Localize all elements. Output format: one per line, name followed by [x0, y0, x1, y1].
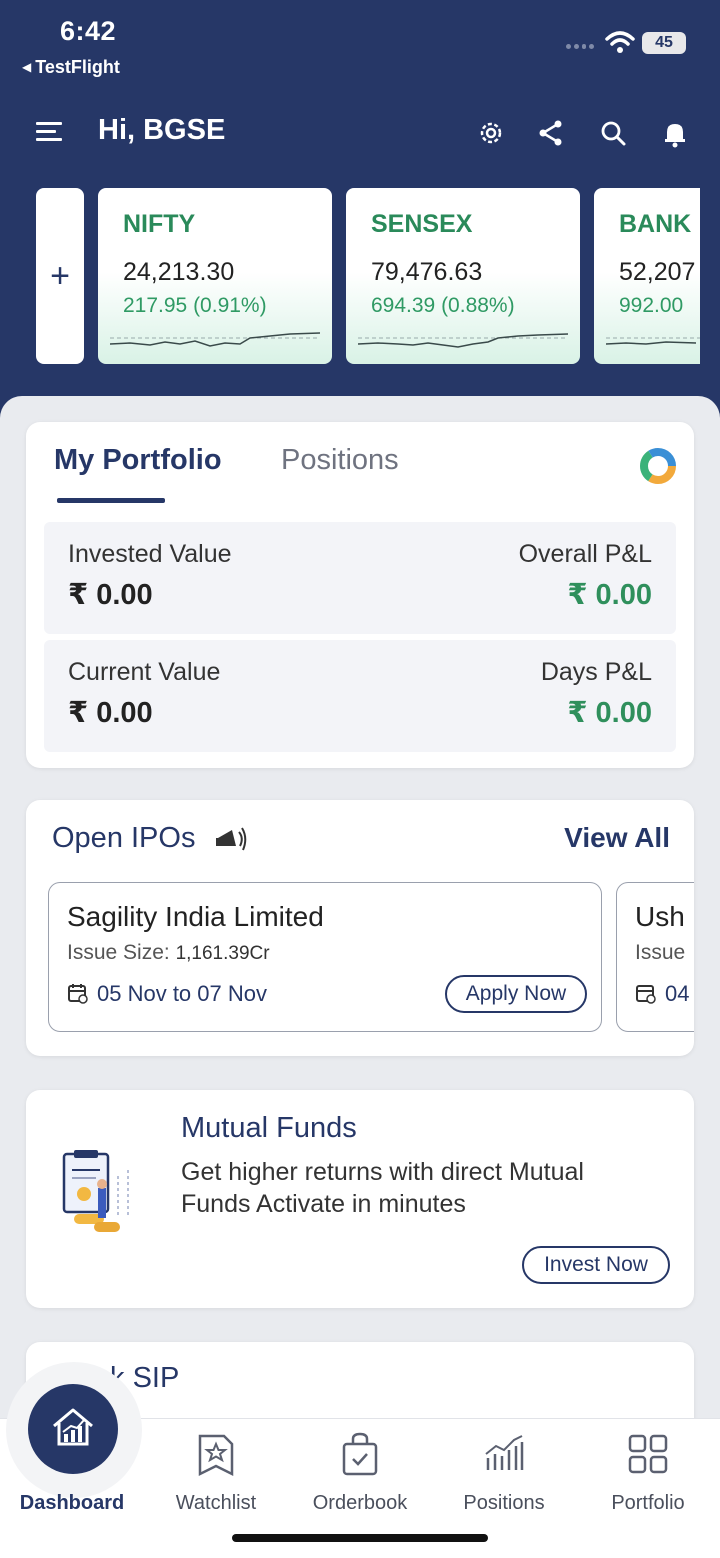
menu-icon[interactable]: [36, 122, 62, 142]
apply-now-button[interactable]: Apply Now: [445, 975, 587, 1013]
ticker-change: 992.00: [619, 294, 684, 317]
ipo-issue-size: Issue: [635, 941, 686, 964]
tab-positions[interactable]: Positions: [281, 444, 399, 477]
open-ipos-title: Open IPOs: [52, 822, 196, 854]
ipo-name: Sagility India Limited: [67, 901, 324, 932]
wifi-icon: [605, 31, 635, 53]
ticker-value: 24,213.30: [123, 258, 235, 286]
nav-watchlist[interactable]: Watchlist: [144, 1418, 288, 1528]
index-ticker-row[interactable]: + NIFTY 24,213.30 217.95 (0.91%) SENSEX …: [0, 188, 700, 368]
add-index-button[interactable]: +: [36, 188, 84, 364]
ticker-value: 52,207: [619, 258, 696, 286]
ipo-name: Ush: [635, 901, 685, 932]
ipo-dates: 05 Nov to 07 Nov: [67, 981, 267, 1007]
sparkline-chart: [110, 332, 320, 347]
ticker-change: 694.39 (0.88%): [371, 294, 515, 317]
mutual-funds-illustration: [62, 1150, 129, 1232]
sparkline-chart: [606, 337, 700, 345]
nav-portfolio-label: Portfolio: [611, 1492, 685, 1514]
overall-pl-label: Overall P&L: [518, 540, 652, 568]
megaphone-icon: [216, 827, 247, 851]
nav-portfolio[interactable]: Portfolio: [576, 1418, 720, 1528]
nav-dashboard[interactable]: Dashboard: [0, 1418, 144, 1528]
nav-orderbook[interactable]: Orderbook: [288, 1418, 432, 1528]
ticker-name: SENSEX: [371, 210, 473, 238]
nav-dashboard-label: Dashboard: [19, 1492, 125, 1514]
top-bar: Hi, BGSE: [0, 108, 720, 156]
ticker-value: 79,476.63: [371, 258, 483, 286]
portfolio-card: My Portfolio Positions Invested Value ₹ …: [26, 422, 694, 768]
mutual-funds-title: Mutual Funds: [181, 1112, 357, 1144]
ticker-card-bank[interactable]: BANK 52,207 992.00: [594, 188, 700, 364]
sparkline-chart: [358, 333, 568, 348]
invest-now-button[interactable]: Invest Now: [522, 1246, 670, 1284]
current-days-box: Current Value ₹ 0.00 Days P&L ₹ 0.00: [44, 640, 676, 752]
home-indicator: [232, 1534, 488, 1542]
grid-icon: [628, 1434, 668, 1474]
nav-orderbook-label: Orderbook: [312, 1492, 408, 1514]
ticker-card-nifty[interactable]: NIFTY 24,213.30 217.95 (0.91%): [98, 188, 332, 364]
open-ipos-card: Open IPOs View All Sagility India Limite…: [26, 800, 694, 1056]
days-pl-value: ₹ 0.00: [567, 697, 652, 729]
tab-my-portfolio[interactable]: My Portfolio: [54, 444, 222, 477]
current-value: ₹ 0.00: [68, 697, 153, 729]
mutual-funds-description: Get higher returns with direct Mutual Fu…: [181, 1158, 584, 1218]
overall-pl-value: ₹ 0.00: [567, 579, 652, 611]
ticker-name: NIFTY: [123, 210, 196, 238]
invested-overall-box: Invested Value ₹ 0.00 Overall P&L ₹ 0.00: [44, 522, 676, 634]
bar-chart-icon: [485, 1435, 524, 1470]
nav-positions-label: Positions: [463, 1492, 545, 1514]
donut-chart-icon[interactable]: [638, 446, 678, 486]
invested-value: ₹ 0.00: [68, 579, 153, 611]
back-triangle-icon: ◀: [22, 60, 32, 74]
nav-positions[interactable]: Positions: [432, 1418, 576, 1528]
status-bar: 6:42 ◀ TestFlight 45: [0, 0, 720, 90]
current-value-label: Current Value: [68, 658, 221, 686]
mutual-funds-card: Mutual Funds Get higher returns with dir…: [26, 1090, 694, 1308]
back-app-label: TestFlight: [35, 57, 120, 77]
back-to-app-link[interactable]: ◀ TestFlight: [22, 57, 120, 78]
ipo-dates: 04: [635, 981, 689, 1007]
status-time: 6:42: [60, 16, 117, 46]
ipo-card[interactable]: Ush Issue 04: [616, 882, 694, 1032]
signal-icon: [566, 44, 594, 52]
share-icon[interactable]: [536, 118, 566, 148]
battery-indicator: 45: [642, 32, 686, 54]
shopping-bag-icon: [342, 1432, 378, 1476]
ipo-card[interactable]: Sagility India Limited Issue Size: 1,161…: [48, 882, 602, 1032]
settings-icon[interactable]: [476, 118, 506, 148]
ticker-change: 217.95 (0.91%): [123, 294, 267, 317]
active-tab-indicator: [57, 498, 165, 503]
ticker-card-sensex[interactable]: SENSEX 79,476.63 694.39 (0.88%): [346, 188, 580, 364]
calendar-icon: [636, 985, 656, 1004]
calendar-icon: [68, 984, 88, 1004]
ipo-issue-size: Issue Size: 1,161.39Cr: [67, 941, 270, 964]
nav-watchlist-label: Watchlist: [175, 1492, 257, 1514]
bell-icon[interactable]: [660, 118, 690, 148]
search-icon[interactable]: [598, 118, 628, 148]
watchlist-icon: [198, 1434, 234, 1477]
ticker-name: BANK: [619, 210, 692, 238]
invested-value-label: Invested Value: [68, 540, 232, 568]
greeting-title: Hi, BGSE: [98, 114, 226, 146]
view-all-link[interactable]: View All: [564, 822, 670, 854]
days-pl-label: Days P&L: [540, 658, 652, 686]
